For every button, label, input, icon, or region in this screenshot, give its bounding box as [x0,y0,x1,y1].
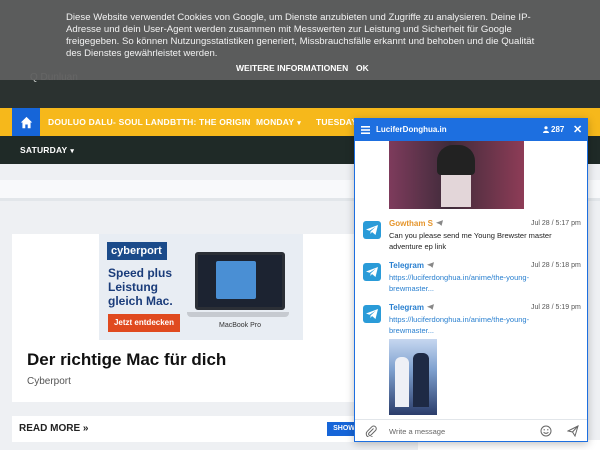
online-count[interactable]: 287 [543,125,564,134]
ad-banner[interactable]: cyberport Speed plus Leistung gleich Mac… [99,234,303,340]
message-author[interactable]: Telegram [389,261,434,270]
menu-icon[interactable] [361,125,370,135]
person-icon [543,126,549,133]
close-icon[interactable]: ✕ [573,123,582,136]
chevron-down-icon: ▾ [297,120,301,127]
paperclip-icon[interactable] [365,425,377,437]
telegram-icon [366,309,378,319]
cookie-more-info-link[interactable]: WEITERE INFORMATIONEN [236,63,348,73]
message-author[interactable]: Telegram [389,303,434,312]
chat-title: LuciferDonghua.in [376,125,447,134]
ad-title[interactable]: Der richtige Mac für dich [27,350,226,370]
image-figure-hair [437,145,475,175]
telegram-icon [426,304,434,310]
message-image[interactable] [389,141,524,209]
chat-input-bar: Write a message [355,419,587,441]
chat-messages[interactable]: Gowtham S Jul 28 / 5:17 pm Can you pleas… [355,141,587,419]
home-icon [20,116,32,128]
message-time: Jul 28 / 5:17 pm [531,220,581,227]
chat-header[interactable]: LuciferDonghua.in 287 ✕ [355,119,587,141]
read-more-bar: READ MORE » SHOW [12,416,408,442]
chevron-down-icon: ▾ [70,148,75,155]
message-text: Can you please send me Young Brewster ma… [389,231,552,251]
message-time: Jul 28 / 5:19 pm [531,304,581,311]
cookie-ok-button[interactable]: OK [356,63,369,73]
message-link[interactable]: https://luciferdonghua.in/anime/the-youn… [389,314,549,336]
telegram-icon [366,225,378,235]
cyberport-logo: cyberport [107,242,167,260]
product-label: MacBook Pro [219,322,262,329]
telegram-icon [366,267,378,277]
telegram-icon [426,262,434,268]
smile-icon[interactable] [540,425,552,437]
nav-item-btth[interactable]: BTTH: THE ORIGIN [170,108,251,136]
message-author[interactable]: Gowtham S [389,219,444,228]
laptop-screen-image [216,261,256,299]
message-time: Jul 28 / 5:18 pm [531,262,581,269]
avatar [363,221,381,239]
avatar [363,263,381,281]
read-more-link[interactable]: READ MORE » [19,423,88,434]
image-figure [395,357,409,407]
laptop-base [187,312,289,317]
ad-card[interactable]: cyberport Speed plus Leistung gleich Mac… [12,234,408,402]
send-icon[interactable] [567,425,579,437]
message-link[interactable]: https://luciferdonghua.in/anime/the-youn… [389,272,549,294]
message-input[interactable]: Write a message [389,427,445,436]
nav-item-tuesday[interactable]: TUESDAY [316,108,357,136]
ad-cta-button[interactable]: Jetzt entdecken [108,314,180,332]
ad-brand: Cyberport [27,376,71,387]
nav-item-monday[interactable]: MONDAY ▾ [256,108,301,136]
ad-headline: Speed plus Leistung gleich Mac. [108,266,173,308]
nav-home-button[interactable] [12,108,40,136]
image-figure [413,353,429,407]
nav-item-douluo[interactable]: DOULUO DALU- SOUL LAND [48,108,170,136]
chat-widget: LuciferDonghua.in 287 ✕ Gowtham S Jul 28… [354,118,588,442]
laptop-image [195,252,285,310]
cookie-text: Diese Website verwendet Cookies von Goog… [66,12,535,59]
avatar [363,305,381,323]
telegram-icon [436,220,444,226]
message-image[interactable] [389,339,437,415]
cookie-notice: Diese Website verwendet Cookies von Goog… [0,0,600,80]
nav-item-saturday[interactable]: SATURDAY ▾ [20,136,74,164]
